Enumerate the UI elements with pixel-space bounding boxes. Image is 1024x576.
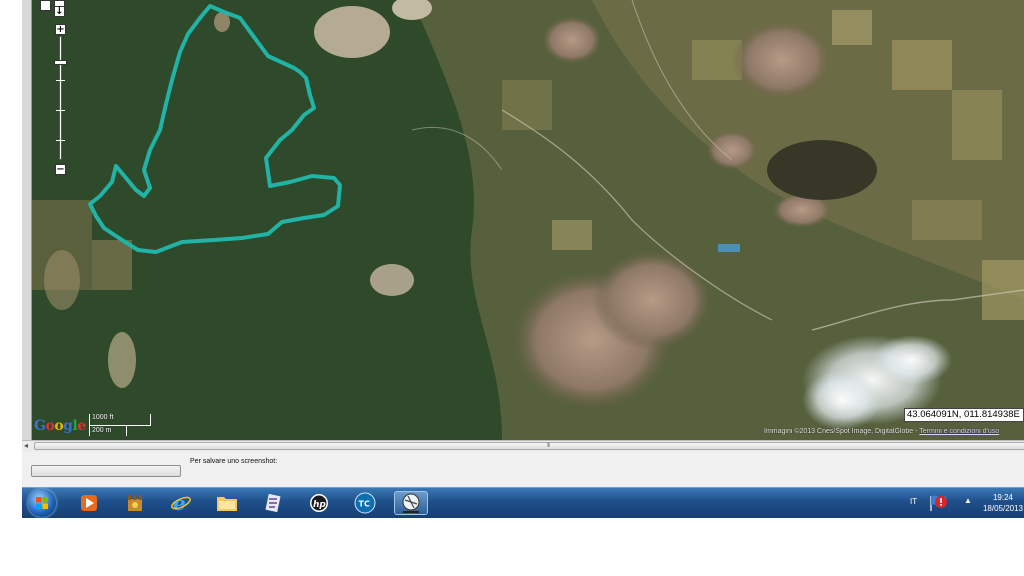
satellite-imagery	[32, 0, 1024, 440]
progress-bar	[31, 465, 181, 477]
scroll-left-icon[interactable]: ◂	[24, 441, 28, 450]
scrollbar-thumb[interactable]: III	[34, 442, 1024, 450]
hp-icon: hp	[310, 494, 328, 512]
empty-area	[0, 518, 1024, 576]
zoom-slider-handle[interactable]	[54, 60, 67, 66]
window-left-margin	[0, 0, 22, 518]
app-icon	[265, 493, 281, 513]
windows-taskbar: e hp TC IT ▲ 19:24 18/05/2013	[22, 487, 1024, 518]
zoom-in-button[interactable]: +	[55, 24, 66, 35]
status-pane: Per salvare uno screenshot:	[22, 452, 1024, 488]
taskbar-game[interactable]	[120, 491, 150, 515]
svg-text:hp: hp	[313, 500, 326, 510]
taskbar-tc[interactable]: TC	[350, 491, 380, 515]
system-clock[interactable]: 19:24 18/05/2013	[982, 492, 1024, 514]
tc-icon: TC	[354, 492, 376, 514]
action-center-warning-icon[interactable]	[928, 493, 950, 513]
svg-text:TC: TC	[359, 500, 370, 509]
taskbar-internet-explorer[interactable]: e	[166, 491, 196, 515]
satellite-map[interactable]	[32, 0, 1024, 440]
scale-imperial-label: 1000 ft	[92, 414, 114, 421]
arrow-down-icon: ↓	[55, 6, 64, 17]
map-pane-border	[22, 0, 32, 440]
scrollbar-grip-icon: III	[547, 443, 550, 449]
windows-logo-icon	[36, 497, 48, 509]
horizontal-scrollbar[interactable]: ◂ III	[22, 440, 1024, 452]
map-attribution: Immagini ©2013 Cnes/Spot Image, DigitalG…	[764, 428, 1024, 435]
coordinates-readout: 43.064091N, 011.814938E	[904, 408, 1024, 422]
taskbar-media-player[interactable]	[74, 491, 104, 515]
terms-link[interactable]: Termini e condizioni d'uso	[919, 428, 999, 435]
scale-metric-label: 200 m	[92, 427, 112, 434]
language-indicator[interactable]: IT	[910, 497, 917, 506]
zoom-tick	[56, 110, 65, 111]
taskbar-file-explorer[interactable]	[212, 491, 242, 515]
show-hidden-icons-button[interactable]: ▲	[964, 496, 972, 505]
media-player-icon	[81, 495, 97, 511]
zoom-tick	[56, 80, 65, 81]
google-logo[interactable]: Google	[34, 418, 86, 434]
game-icon	[128, 495, 142, 511]
pan-left-button[interactable]	[40, 0, 51, 11]
zoom-tick	[56, 140, 65, 141]
taskbar-gps-app[interactable]	[394, 491, 428, 515]
app-window: ↓ + − Google 1000 ft 200 m 43.064091N, 0…	[0, 0, 1024, 576]
taskbar-app[interactable]	[258, 491, 288, 515]
map-scale: 1000 ft 200 m	[86, 414, 156, 436]
zoom-out-button[interactable]: −	[55, 164, 66, 175]
clock-time: 19:24	[992, 493, 1014, 502]
start-button[interactable]	[28, 489, 56, 517]
save-screenshot-label: Per salvare uno screenshot:	[190, 458, 278, 465]
file-explorer-icon	[217, 497, 237, 511]
zoom-slider-track[interactable]	[59, 36, 62, 160]
pan-down-button[interactable]: ↓	[54, 6, 65, 17]
internet-explorer-icon: e	[171, 492, 191, 514]
zoom-control: ↓ + −	[36, 0, 84, 180]
taskbar-hp[interactable]: hp	[304, 491, 334, 515]
imagery-credit: Immagini ©2013 Cnes/Spot Image, DigitalG…	[764, 428, 920, 435]
gps-icon	[402, 493, 420, 513]
clock-date: 18/05/2013	[982, 504, 1024, 513]
